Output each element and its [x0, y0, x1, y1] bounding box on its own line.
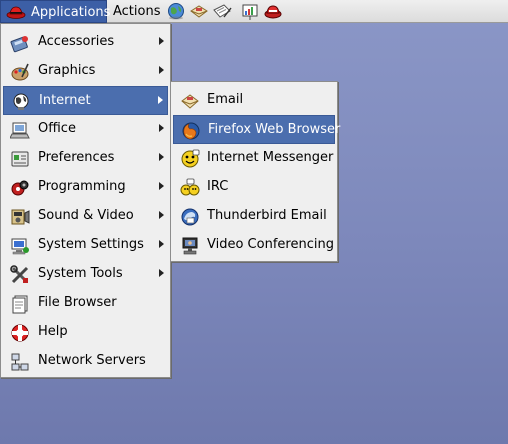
- menu-item-label: Internet Messenger: [207, 150, 334, 165]
- system-settings-icon: [10, 236, 30, 256]
- programming-icon: [10, 178, 30, 198]
- top-panel: Applications Actions: [0, 0, 508, 23]
- menu-item-graphics[interactable]: Graphics: [3, 57, 168, 86]
- actions-menu-button[interactable]: Actions: [113, 4, 161, 19]
- applications-menu: Accessories Graphics Internet Office Pre…: [0, 23, 171, 378]
- graphics-icon: [10, 62, 30, 82]
- menu-item-thunderbird[interactable]: Thunderbird Email: [173, 202, 335, 231]
- menu-item-system-tools[interactable]: System Tools: [3, 260, 168, 289]
- menu-item-label: Thunderbird Email: [207, 208, 327, 223]
- presentation-icon[interactable]: [240, 2, 260, 21]
- thunderbird-icon: [180, 207, 200, 227]
- menu-item-label: IRC: [207, 179, 229, 194]
- menu-item-label: Help: [38, 324, 68, 339]
- menu-item-label: Sound & Video: [38, 208, 134, 223]
- menu-item-label: System Tools: [38, 266, 123, 281]
- sound-video-icon: [10, 207, 30, 227]
- submenu-arrow-icon: [159, 124, 164, 132]
- applications-label: Applications: [31, 5, 111, 20]
- email-icon: [180, 91, 200, 111]
- internet-icon: [11, 92, 31, 112]
- network-servers-icon: [10, 352, 30, 372]
- menu-item-file-browser[interactable]: File Browser: [3, 289, 168, 318]
- print-icon[interactable]: [263, 2, 283, 21]
- menu-item-label: Email: [207, 92, 244, 107]
- menu-item-label: Graphics: [38, 63, 96, 78]
- menu-item-firefox[interactable]: Firefox Web Browser: [173, 115, 340, 144]
- email-icon[interactable]: [189, 2, 209, 21]
- menu-item-office[interactable]: Office: [3, 115, 168, 144]
- menu-item-label: Office: [38, 121, 76, 136]
- menu-item-system-settings[interactable]: System Settings: [3, 231, 168, 260]
- menu-item-help[interactable]: Help: [3, 318, 168, 347]
- irc-icon: [180, 178, 200, 198]
- menu-item-label: Accessories: [38, 34, 115, 49]
- accessories-icon: [10, 33, 30, 53]
- submenu-arrow-icon: [159, 240, 164, 248]
- messenger-icon: [180, 149, 200, 169]
- submenu-arrow-icon: [159, 37, 164, 45]
- submenu-arrow-icon: [159, 153, 164, 161]
- help-icon: [10, 323, 30, 343]
- menu-item-email[interactable]: Email: [173, 86, 335, 115]
- submenu-arrow-icon: [159, 211, 164, 219]
- menu-item-accessories[interactable]: Accessories: [3, 28, 168, 57]
- menu-item-internet-messenger[interactable]: Internet Messenger: [173, 144, 335, 173]
- menu-item-label: Preferences: [38, 150, 115, 165]
- menu-item-label: Firefox Web Browser: [208, 122, 341, 137]
- menu-item-label: Programming: [38, 179, 126, 194]
- preferences-icon: [10, 149, 30, 169]
- menu-item-internet[interactable]: Internet: [3, 86, 168, 115]
- web-browser-icon[interactable]: [166, 2, 186, 21]
- menu-item-network-servers[interactable]: Network Servers: [3, 347, 168, 376]
- menu-item-label: System Settings: [38, 237, 144, 252]
- menu-item-video-conferencing[interactable]: Video Conferencing: [173, 231, 335, 260]
- internet-submenu: Email Firefox Web Browser Internet Messe…: [170, 81, 340, 262]
- menu-item-irc[interactable]: IRC: [173, 173, 335, 202]
- submenu-arrow-icon: [159, 66, 164, 74]
- applications-menu-button[interactable]: Applications: [0, 0, 111, 24]
- submenu-arrow-icon: [159, 269, 164, 277]
- menu-item-label: File Browser: [38, 295, 117, 310]
- menu-item-label: Video Conferencing: [207, 237, 334, 252]
- office-icon: [9, 120, 30, 140]
- menu-item-label: Network Servers: [38, 353, 146, 368]
- system-tools-icon: [10, 265, 30, 285]
- menu-item-programming[interactable]: Programming: [3, 173, 168, 202]
- file-browser-icon: [10, 294, 30, 314]
- video-conferencing-icon: [180, 236, 200, 256]
- menu-item-label: Internet: [39, 93, 91, 108]
- submenu-arrow-icon: [158, 96, 163, 104]
- menu-item-preferences[interactable]: Preferences: [3, 144, 168, 173]
- submenu-arrow-icon: [159, 182, 164, 190]
- menu-item-sound-video[interactable]: Sound & Video: [3, 202, 168, 231]
- redhat-icon: [6, 4, 26, 24]
- firefox-icon: [181, 121, 201, 141]
- writer-icon[interactable]: [212, 2, 232, 21]
